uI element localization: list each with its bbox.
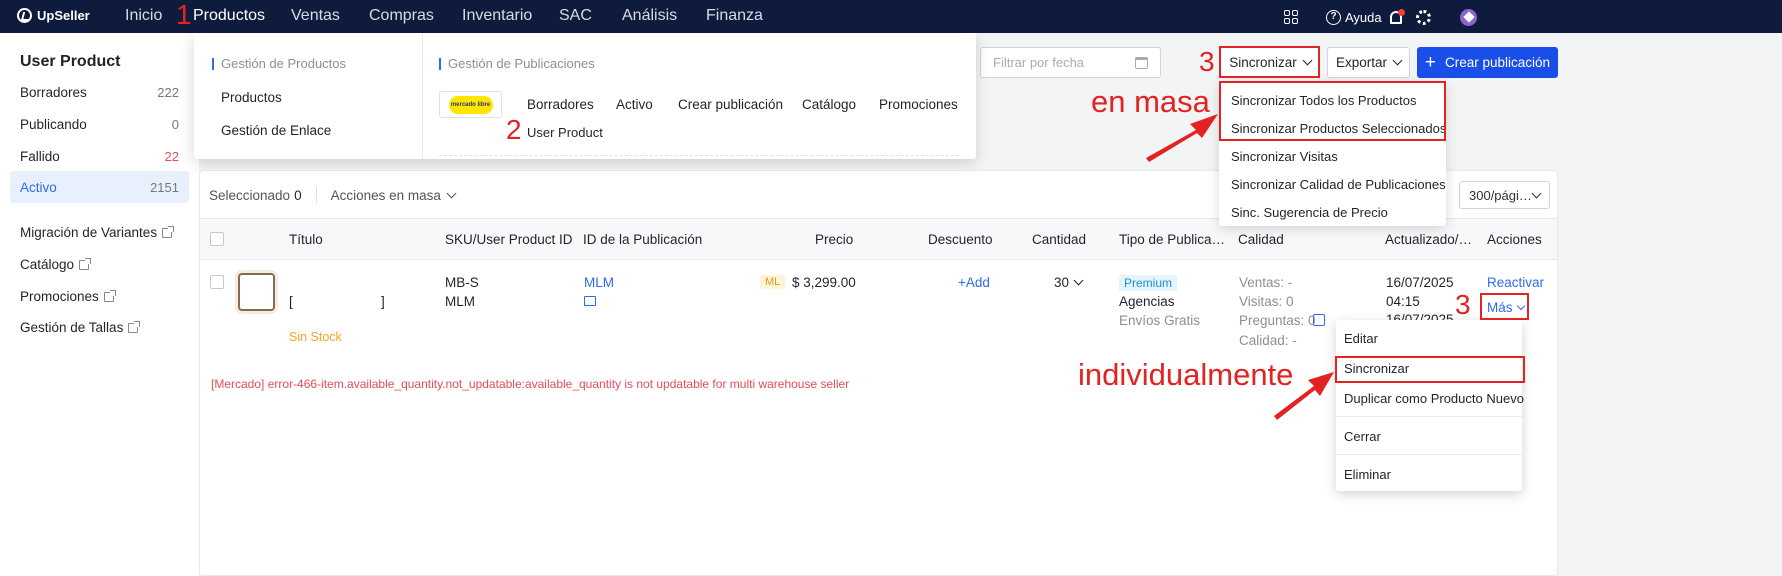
arrow-bulk <box>1146 114 1218 162</box>
arrow-individual <box>1274 372 1334 420</box>
annotation-arrows <box>1146 114 1334 420</box>
